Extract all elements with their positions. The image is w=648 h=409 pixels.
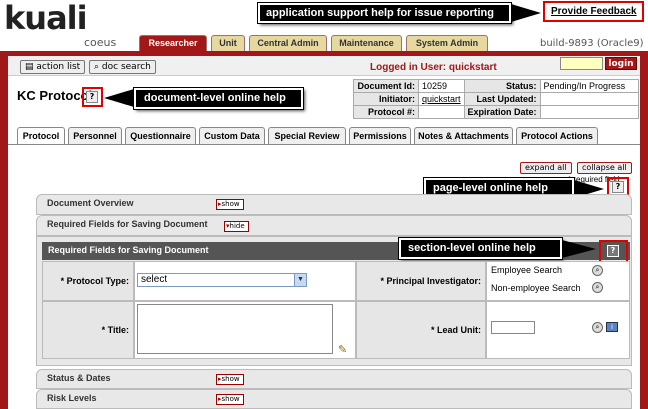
tab-permissions[interactable]: Permissions — [349, 127, 411, 144]
expand-text-icon[interactable]: ✎ — [338, 343, 347, 356]
logged-in-label: Logged in User: quickstart — [370, 62, 497, 73]
support-callout-arrow — [511, 4, 541, 22]
support-help-callout: application support help for issue repor… — [258, 3, 511, 23]
lead-unit-info-icon[interactable]: i — [606, 322, 618, 332]
left-border — [0, 56, 8, 409]
expiration-date-label: Expiration Date: — [463, 105, 541, 119]
page-help-icon[interactable]: ? — [612, 181, 624, 193]
doc-search-button[interactable]: ⌕ doc search — [89, 60, 156, 74]
action-list-label: action list — [36, 62, 81, 72]
pi-label: * Principal Investigator: — [380, 276, 481, 286]
logo-main-text: kuali — [4, 0, 88, 37]
page-title: KC Protocol — [17, 88, 93, 103]
tab-protocol-actions[interactable]: Protocol Actions — [516, 127, 598, 144]
risk-levels-title: Risk Levels — [47, 393, 97, 403]
document-help-callout: document-level online help — [134, 88, 303, 109]
login-button[interactable]: login — [605, 57, 637, 70]
protocol-type-label-cell: * Protocol Type: — [42, 261, 134, 301]
logo-sub-text: coeus — [84, 36, 117, 49]
initiator-link[interactable]: quickstart — [422, 94, 461, 104]
status-dates-title: Status & Dates — [47, 373, 111, 383]
protocol-number-value — [418, 105, 465, 119]
tab-system-admin[interactable]: System Admin — [406, 35, 488, 51]
lead-unit-label-cell: * Lead Unit: — [356, 301, 486, 359]
document-help-callout-text: document-level online help — [144, 92, 286, 104]
chevron-down-icon[interactable]: ▼ — [294, 274, 306, 286]
hide-label: hide — [229, 222, 245, 230]
doc-search-icon: ⌕ — [94, 62, 100, 72]
document-help-icon[interactable]: ? — [86, 91, 98, 103]
initiator-label: Initiator: — [353, 92, 419, 106]
tab-maintenance[interactable]: Maintenance — [331, 35, 402, 51]
required-fields-hide-button[interactable]: ▾hide — [224, 221, 249, 232]
collapse-all-button[interactable]: collapse all — [577, 162, 632, 174]
lead-unit-input[interactable] — [491, 321, 535, 334]
document-overview-title: Document Overview — [47, 198, 134, 208]
pi-label-cell: * Principal Investigator: — [356, 261, 486, 301]
required-fields-title: Required Fields for Saving Document — [47, 219, 208, 229]
login-input[interactable] — [560, 57, 603, 70]
section-help-arrow — [562, 240, 596, 258]
tab-central-admin[interactable]: Central Admin — [249, 35, 327, 51]
section-help-callout: section-level online help — [399, 238, 562, 259]
tab-researcher[interactable]: Researcher — [139, 35, 207, 51]
doc-id-value: 10259 — [418, 79, 465, 93]
expand-all-button[interactable]: expand all — [520, 162, 572, 174]
expiration-date-value — [539, 105, 639, 119]
initiator-value[interactable]: quickstart — [418, 92, 465, 106]
tab-questionnaire[interactable]: Questionnaire — [125, 127, 196, 144]
show-label: show — [221, 200, 240, 208]
action-list-button[interactable]: ▤ action list — [20, 60, 86, 74]
protocol-number-label: Protocol #: — [353, 105, 419, 119]
doc-id-label: Document Id: — [353, 79, 419, 93]
lead-unit-label: * Lead Unit: — [430, 325, 481, 335]
title-label-cell: * Title: — [42, 301, 134, 359]
tab-unit[interactable]: Unit — [211, 35, 245, 51]
tab-special-review[interactable]: Special Review — [268, 127, 346, 144]
build-label: build-9893 (Oracle9) — [540, 38, 644, 49]
status-dates-section: Status & Dates ▸show — [36, 369, 632, 389]
protocol-type-label: * Protocol Type: — [60, 276, 129, 286]
status-label: Status: — [463, 79, 541, 93]
tab-personnel[interactable]: Personnel — [68, 127, 122, 144]
right-border — [640, 56, 648, 409]
status-value: Pending/In Progress — [539, 79, 639, 93]
employee-search-label: Employee Search — [491, 265, 563, 275]
tab-custom-data[interactable]: Custom Data — [199, 127, 265, 144]
document-overview-show-button[interactable]: ▸show — [216, 199, 244, 210]
protocol-type-selected: select — [141, 274, 168, 285]
last-updated-value — [539, 92, 639, 106]
section-help-icon[interactable]: ? — [607, 245, 619, 257]
lead-unit-search-icon[interactable]: ⌕ — [592, 322, 603, 333]
document-overview-section: Document Overview ▸show — [36, 194, 632, 215]
document-header-table: Document Id: 10259 Status: Pending/In Pr… — [353, 79, 639, 119]
risk-levels-show-button[interactable]: ▸show — [216, 394, 244, 405]
title-label: * Title: — [101, 325, 129, 335]
show-label: show — [221, 375, 240, 383]
required-fields-header-text: Required Fields for Saving Document — [48, 245, 209, 255]
nonemployee-search-icon[interactable]: ⌕ — [592, 282, 603, 293]
document-help-arrow — [104, 89, 134, 107]
action-list-icon: ▤ — [25, 62, 34, 72]
last-updated-label: Last Updated: — [463, 92, 541, 106]
section-help-callout-text: section-level online help — [408, 242, 536, 254]
kuali-coeus-logo: kuali coeus — [4, 0, 124, 49]
tab-notes-attachments[interactable]: Notes & Attachments — [414, 127, 513, 144]
status-dates-show-button[interactable]: ▸show — [216, 374, 244, 385]
show-label: show — [221, 395, 240, 403]
nonemployee-search-label: Non-employee Search — [491, 283, 581, 293]
employee-search-icon[interactable]: ⌕ — [592, 265, 603, 276]
doc-search-label: doc search — [101, 62, 151, 72]
tab-protocol[interactable]: Protocol — [17, 127, 65, 145]
title-textarea[interactable] — [137, 304, 333, 354]
provide-feedback-link[interactable]: Provide Feedback — [551, 6, 637, 17]
support-callout-text: application support help for issue repor… — [266, 7, 494, 19]
required-fields-section: Required Fields for Saving Document ▾hid… — [36, 215, 632, 236]
protocol-type-select[interactable]: select ▼ — [137, 273, 307, 287]
page-help-callout-text: page-level online help — [433, 182, 548, 194]
risk-levels-section: Risk Levels ▸show — [36, 389, 632, 409]
